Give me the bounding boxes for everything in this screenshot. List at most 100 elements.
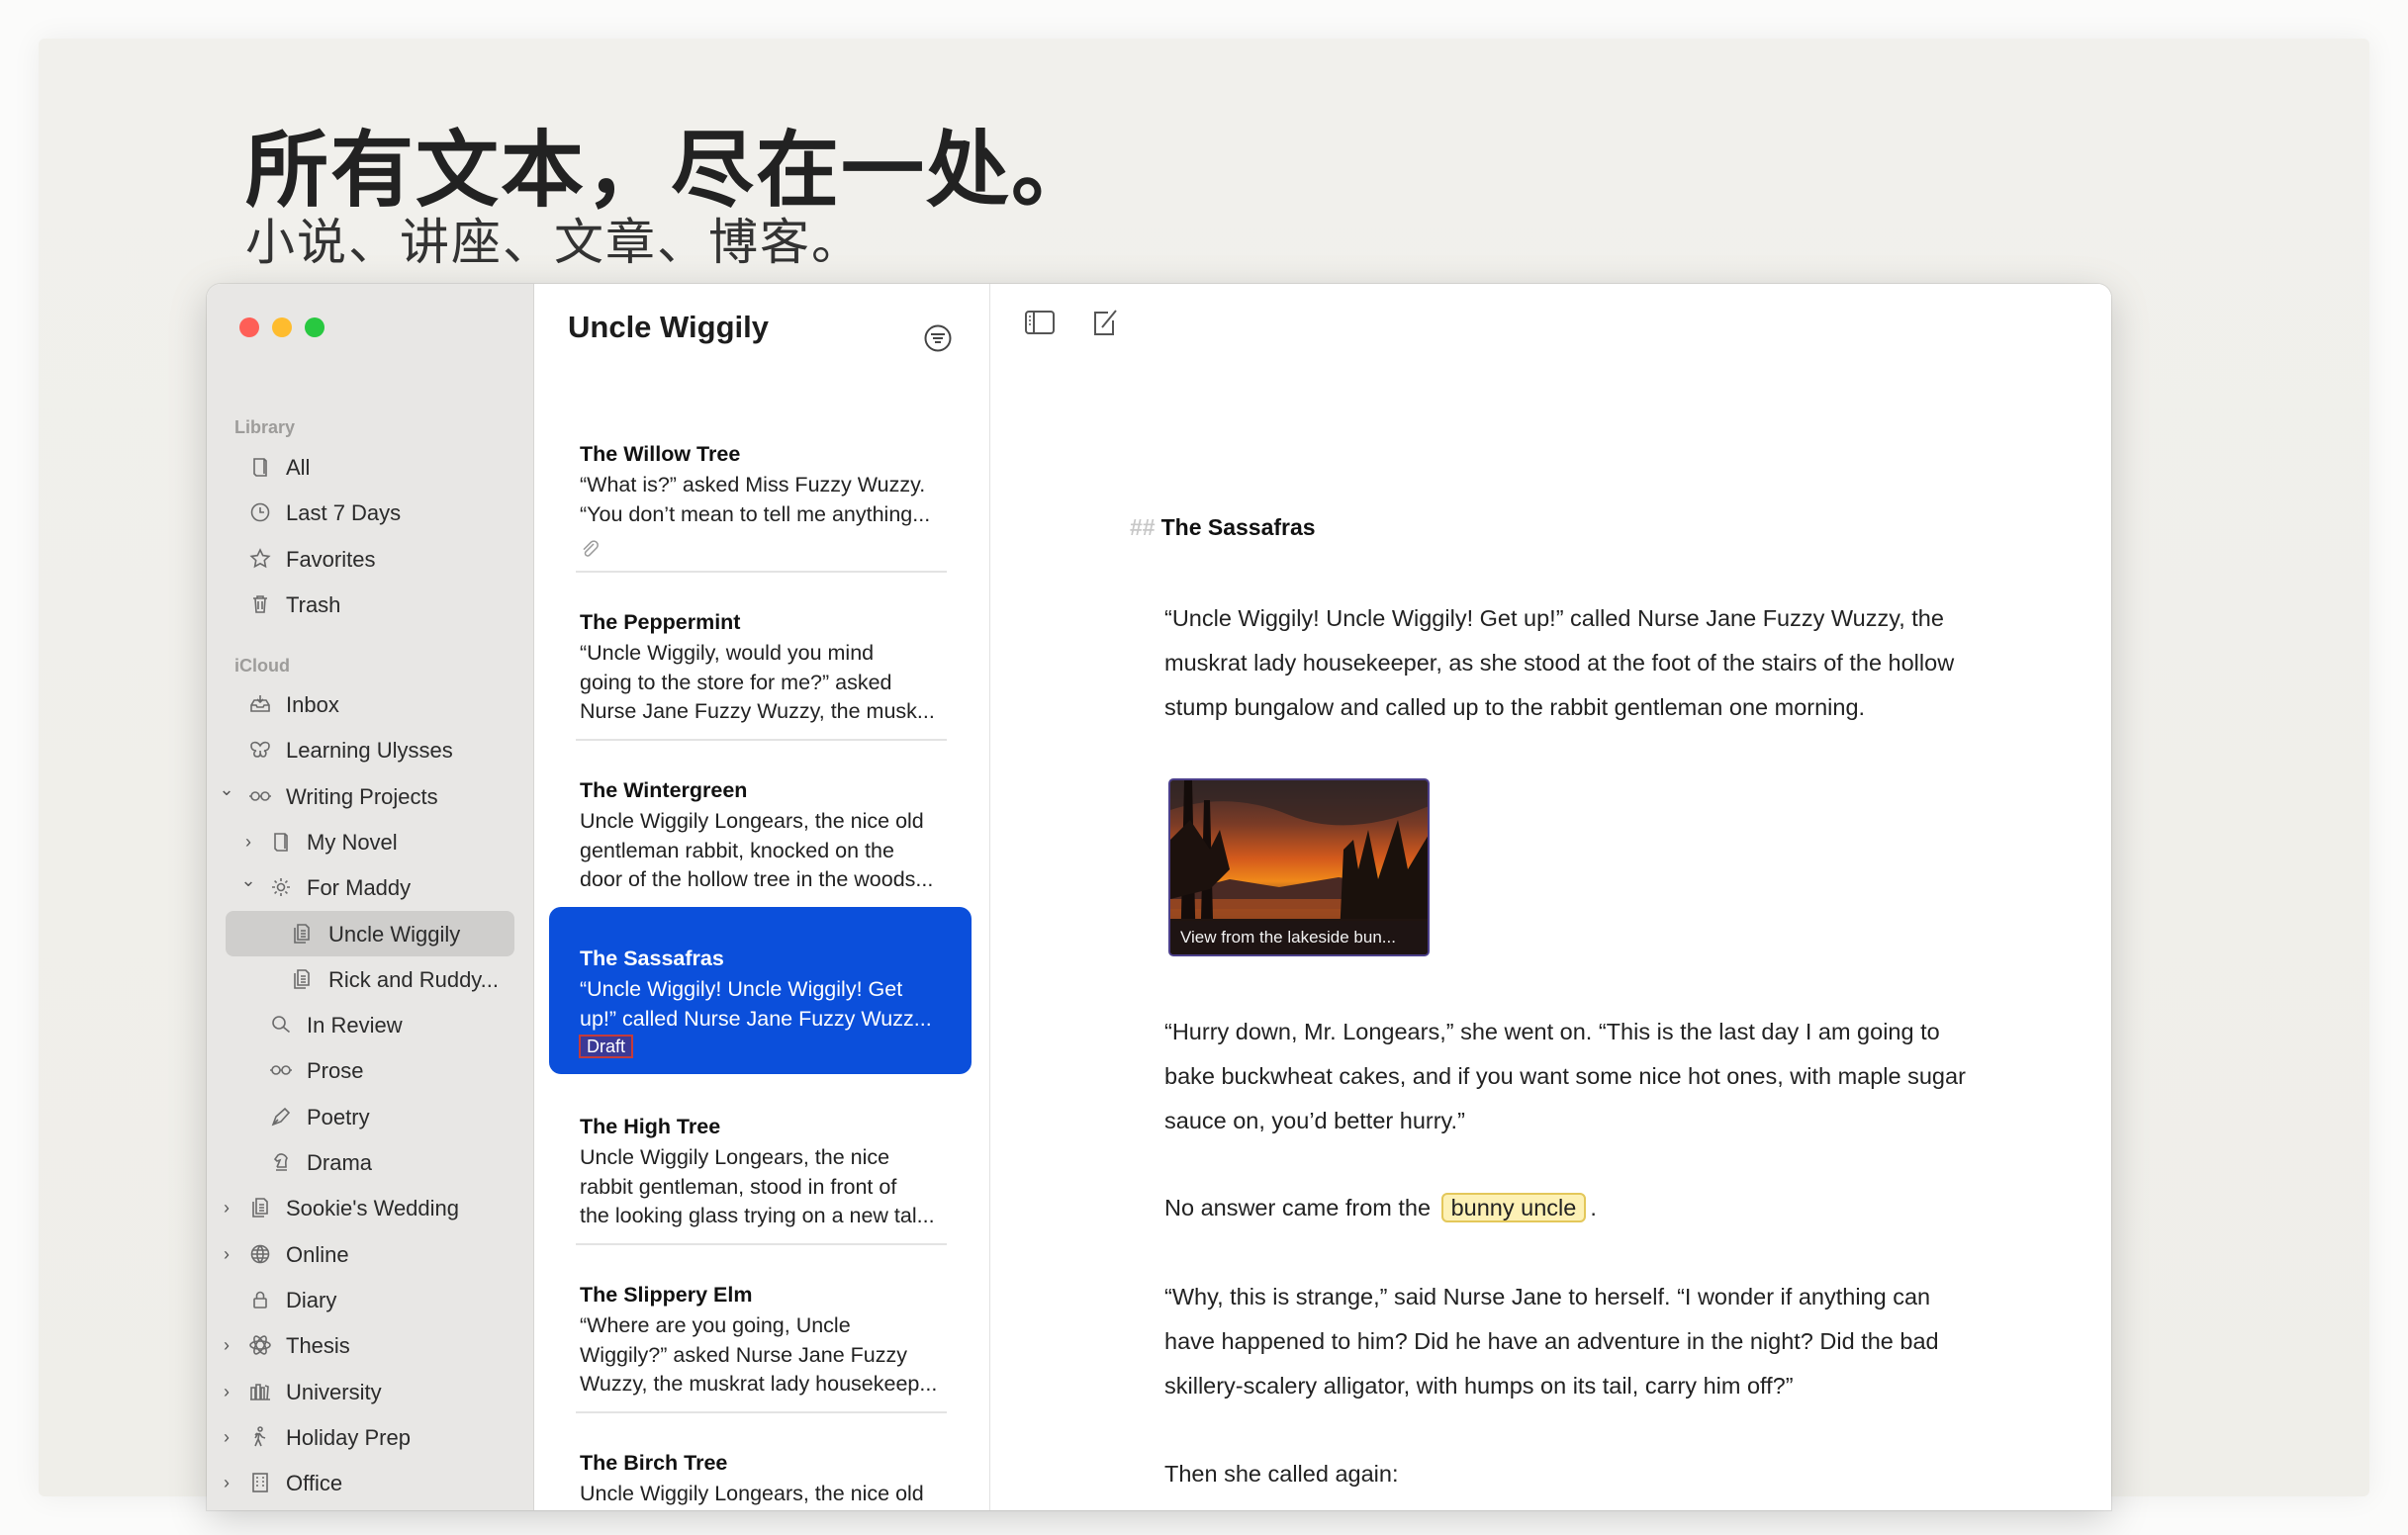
sidebar-item[interactable]: › Holiday Prep — [207, 1414, 534, 1460]
chevron-right-icon[interactable]: › — [219, 1474, 234, 1491]
book-icon — [274, 833, 288, 852]
excerpt-line: Uncle Wiggily Longears, the nice — [580, 1145, 890, 1169]
paragraph-5[interactable]: Then she called again: — [1164, 1452, 1398, 1496]
sidebar-item[interactable]: Poetry — [207, 1094, 534, 1139]
sheet-title: The Willow Tree — [580, 442, 741, 466]
sidebar-item[interactable]: Favorites — [207, 536, 534, 582]
sidebar-item[interactable]: › My Novel — [207, 819, 534, 864]
lock-icon — [253, 1291, 267, 1309]
books-icon — [250, 1383, 270, 1400]
chevron-right-icon[interactable]: › — [219, 1428, 234, 1446]
chevron-right-icon[interactable]: › — [219, 1199, 234, 1217]
annotation-highlight[interactable]: bunny uncle — [1440, 1193, 1587, 1222]
chevron-down-icon[interactable]: ⌄ — [240, 871, 256, 889]
sidebar-item[interactable]: Diary — [207, 1277, 534, 1322]
inbox-icon — [250, 695, 270, 712]
document-heading: ## The Sassafras — [1130, 514, 1316, 541]
glasses-icon — [249, 790, 271, 801]
sidebar-item[interactable]: › Thesis — [207, 1322, 534, 1368]
globe-icon — [250, 1244, 270, 1263]
sidebar-item[interactable]: Prose — [207, 1047, 534, 1093]
text-line: muskrat lady housekeeper, as she stood a… — [1164, 650, 1955, 676]
chevron-right-icon[interactable]: › — [219, 1336, 234, 1354]
sidebar-item[interactable]: Learning Ulysses — [207, 727, 534, 772]
sheet-list: Uncle Wiggily The Willow Tree “What is?” … — [534, 284, 990, 1510]
sidebar-item-label: Trash — [286, 591, 341, 617]
glasses-icon — [270, 1065, 292, 1076]
text-run: No answer came from the — [1164, 1195, 1432, 1220]
paragraph-1[interactable]: “Uncle Wiggily! Uncle Wiggily! Get up!” … — [1164, 596, 1954, 730]
divider — [576, 1243, 947, 1245]
sidebar-item[interactable]: Last 7 Days — [207, 490, 534, 535]
text-line: have happened to him? Did he have an adv… — [1164, 1328, 1939, 1354]
sidebar-item-label: Learning Ulysses — [286, 738, 453, 764]
sidebar-item[interactable]: Inbox — [207, 681, 534, 727]
share-icon[interactable] — [2106, 306, 2111, 339]
paragraph-3[interactable]: No answer came from the bunny uncle. — [1164, 1186, 1597, 1230]
excerpt-line: going to the store for me?” asked — [580, 670, 892, 694]
sidebar-item-label: Prose — [307, 1058, 364, 1084]
close-window-button[interactable] — [239, 317, 259, 337]
sheets-icon — [252, 1198, 268, 1219]
excerpt-line: rabbit gentleman, stood in front of — [580, 1174, 897, 1199]
sidebar-item[interactable]: ⌄ For Maddy — [207, 864, 534, 910]
sidebar-item[interactable]: In Review — [207, 1002, 534, 1047]
sidebar-item[interactable]: › Office — [207, 1460, 534, 1505]
compose-icon[interactable] — [1088, 306, 1122, 339]
editor-pane: ## The Sassafras “Uncle Wiggily! Uncle Wi… — [990, 284, 2111, 1510]
sidebar-item-label: Holiday Prep — [286, 1424, 411, 1450]
sheet-title: The Sassafras — [580, 947, 724, 970]
sidebar-item[interactable]: Drama — [207, 1139, 534, 1185]
sidebar-item-label: All — [286, 455, 311, 480]
sidebar-item-label: Rick and Ruddy... — [328, 966, 500, 992]
minimize-window-button[interactable] — [272, 317, 292, 337]
excerpt-line: gentleman rabbit, knocked on the — [580, 838, 894, 862]
filter-icon[interactable] — [923, 323, 953, 353]
section-label-icloud: iCloud — [234, 656, 290, 676]
sidebar-item[interactable]: › Online — [207, 1231, 534, 1277]
star-icon — [249, 547, 271, 568]
chevron-right-icon[interactable]: › — [240, 833, 256, 851]
chevron-down-icon[interactable]: ⌄ — [219, 780, 234, 798]
divider — [576, 571, 947, 573]
sidebar-item[interactable]: › University — [207, 1369, 534, 1414]
sheets-icon — [294, 923, 310, 944]
atom-icon — [249, 1335, 271, 1355]
sidebar-item[interactable]: › Sookie's Wedding — [207, 1185, 534, 1230]
sheet-title: The High Tree — [580, 1115, 721, 1138]
section-label-library: Library — [234, 417, 296, 437]
sheet-title: The Peppermint — [580, 610, 741, 634]
text-line: sauce on, you’d better hurry.” — [1164, 1108, 1465, 1133]
sidebar-item[interactable]: Uncle Wiggily — [207, 910, 534, 956]
sheet-excerpt: Uncle Wiggily Longears, the nice old — [580, 1480, 956, 1509]
hero-subtitle: 小说、讲座、文章、博客。 — [245, 214, 863, 271]
divider — [576, 1411, 947, 1413]
paragraph-4[interactable]: “Why, this is strange,” said Nurse Jane … — [1164, 1275, 1939, 1408]
pen-icon — [271, 1107, 291, 1127]
sidebar-item[interactable]: ⌄ Writing Projects — [207, 773, 534, 819]
sheets-icon — [294, 968, 310, 989]
text-line: Then she called again: — [1164, 1461, 1399, 1487]
sun-icon — [272, 878, 290, 897]
sidebar-item[interactable]: Trash — [207, 582, 534, 627]
paragraph-2[interactable]: “Hurry down, Mr. Longears,” she went on.… — [1164, 1010, 1966, 1143]
chevron-right-icon[interactable]: › — [219, 1245, 234, 1263]
draft-keyword-badge[interactable]: Draft — [579, 1035, 634, 1058]
chevron-right-icon[interactable]: › — [219, 1383, 234, 1400]
sheet-excerpt: “Uncle Wiggily! Uncle Wiggily! Get up!” c… — [580, 975, 956, 1034]
sheet-excerpt: “What is?” asked Miss Fuzzy Wuzzy. “You d… — [580, 471, 956, 529]
excerpt-line: Wiggily?” asked Nurse Jane Fuzzy — [580, 1342, 907, 1367]
heading-text: The Sassafras — [1160, 514, 1316, 540]
excerpt-line: Uncle Wiggily Longears, the nice old — [580, 809, 924, 833]
sidebar-item-label: Drama — [307, 1150, 373, 1175]
image-attachment[interactable]: View from the lakeside bun... — [1168, 778, 1430, 956]
text-line: “Uncle Wiggily! Uncle Wiggily! Get up!” … — [1164, 605, 1944, 631]
sidebar-item-label: Sookie's Wedding — [286, 1196, 460, 1221]
sidebar-item-label: Online — [286, 1241, 349, 1267]
sidebar-item[interactable]: Rick and Ruddy... — [207, 956, 534, 1002]
sidebar-toggle-icon[interactable] — [1023, 306, 1057, 339]
sidebar-item-label: My Novel — [307, 829, 398, 855]
sidebar-item[interactable]: All — [207, 444, 534, 490]
zoom-window-button[interactable] — [305, 317, 324, 337]
sidebar-item-label: Last 7 Days — [286, 500, 402, 526]
